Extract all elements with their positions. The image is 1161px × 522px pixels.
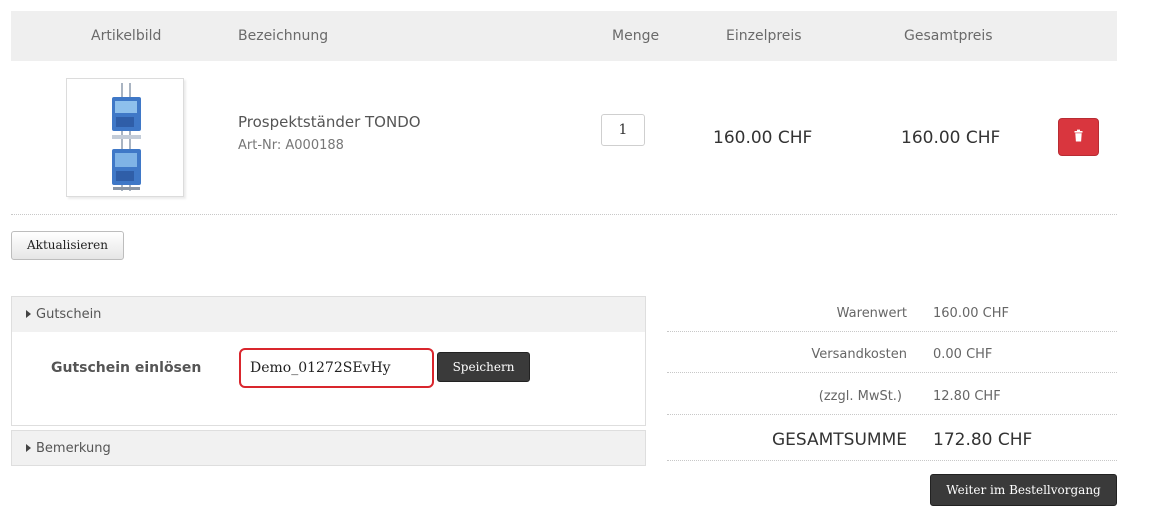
save-voucher-button[interactable]: Speichern [437, 352, 530, 382]
header-bezeichnung: Bezeichnung [238, 28, 329, 44]
remark-panel-title: Bemerkung [36, 441, 111, 456]
product-image[interactable] [66, 78, 184, 197]
total-value-versandkosten: 0.00 CHF [933, 347, 993, 362]
totals-divider [667, 331, 1117, 332]
total-price: 160.00 CHF [901, 128, 1001, 148]
product-name[interactable]: Prospektständer TONDO [238, 113, 421, 131]
caret-right-icon [26, 444, 31, 452]
total-label-warenwert: Warenwert [836, 306, 907, 321]
quantity-input[interactable] [601, 114, 645, 146]
voucher-panel-header[interactable]: Gutschein [11, 296, 646, 333]
caret-right-icon [26, 310, 31, 318]
total-value-warenwert: 160.00 CHF [933, 306, 1009, 321]
voucher-label: Gutschein einlösen [51, 360, 202, 376]
header-gesamtpreis: Gesamtpreis [904, 28, 993, 44]
totals-divider [667, 414, 1117, 415]
total-label-versandkosten: Versandkosten [811, 347, 907, 362]
trash-icon [1074, 129, 1083, 142]
header-menge: Menge [612, 28, 660, 44]
grand-total-label: GESAMTSUMME [771, 430, 907, 450]
voucher-code-input[interactable] [239, 348, 434, 388]
cart-table-header: Artikelbild Bezeichnung Menge Einzelprei… [11, 11, 1117, 61]
header-einzelpreis: Einzelpreis [726, 28, 802, 44]
voucher-panel-title: Gutschein [36, 307, 102, 322]
update-button[interactable]: Aktualisieren [11, 231, 124, 260]
grand-total-value: 172.80 CHF [933, 430, 1033, 450]
totals-divider [667, 460, 1117, 461]
header-artikelbild: Artikelbild [91, 28, 162, 44]
unit-price: 160.00 CHF [713, 128, 813, 148]
total-label-mwst: (zzgl. MwSt.) [818, 389, 902, 404]
delete-item-button[interactable] [1058, 118, 1099, 156]
total-value-mwst: 12.80 CHF [933, 389, 1001, 404]
continue-checkout-button[interactable]: Weiter im Bestellvorgang [930, 474, 1117, 506]
row-divider [11, 214, 1117, 215]
brochure-stand-image [112, 83, 141, 191]
remark-panel-header[interactable]: Bemerkung [11, 430, 646, 466]
product-article-number: Art-Nr: A000188 [238, 138, 344, 153]
totals-divider [667, 372, 1117, 373]
